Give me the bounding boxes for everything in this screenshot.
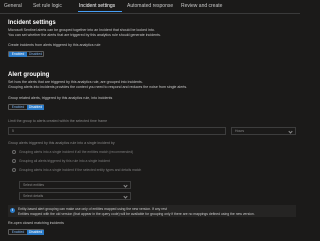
limit-time-frame-label: Limit the group to alerts created within… [8, 119, 108, 123]
radio-selected-entities[interactable] [12, 168, 16, 172]
radio-label-all-alerts: Grouping all alerts triggered by this ru… [19, 159, 110, 163]
incident-settings-heading: Incident settings [8, 20, 56, 26]
create-incidents-disabled[interactable]: Disabled [27, 52, 44, 57]
radio-all-entities[interactable] [12, 150, 16, 154]
chevron-down-icon [123, 183, 128, 188]
tab-general[interactable]: General [4, 3, 22, 9]
tab-review-and-create[interactable]: Review and create [181, 3, 222, 9]
alert-grouping-heading: Alert grouping [8, 72, 50, 78]
group-alerts-toggle: Enabled Disabled [8, 104, 44, 110]
time-frame-input[interactable]: 5 [8, 127, 226, 135]
select-details-dropdown[interactable]: Select details [19, 192, 131, 200]
time-unit-value: Hours [235, 129, 245, 133]
group-related-alerts-label: Group related alerts, triggered by this … [8, 96, 113, 100]
radio-all-alerts[interactable] [12, 159, 16, 163]
tab-set-rule-logic[interactable]: Set rule logic [33, 3, 62, 9]
chevron-down-icon [123, 194, 128, 199]
tab-automated-response[interactable]: Automated response [127, 3, 173, 9]
radio-label-all-entities: Grouping alerts into a single incident i… [19, 150, 134, 154]
chevron-down-icon [288, 129, 293, 134]
incident-settings-description: Microsoft Sentinel alerts can be grouped… [8, 28, 155, 32]
group-by-label: Group alerts triggered by this analytics… [8, 141, 115, 145]
select-entities-dropdown[interactable]: Select entities [19, 181, 131, 189]
reopen-incidents-toggle: Enabled Disabled [8, 229, 44, 235]
select-entities-placeholder: Select entities [23, 183, 45, 187]
reopen-enabled[interactable]: Enabled [9, 230, 27, 235]
info-text-line2: Entities mapped with the old version (th… [18, 211, 255, 216]
alert-grouping-description: Set how the alerts that are triggered by… [8, 80, 143, 84]
group-alerts-enabled[interactable]: Enabled [9, 105, 27, 110]
info-icon: i [10, 207, 15, 213]
reopen-incidents-label: Re-open closed matching incidents [8, 221, 64, 225]
create-incidents-toggle: Enabled Disabled [8, 51, 44, 57]
alert-grouping-description-2: Grouping alerts into incidents provides … [8, 85, 188, 89]
create-incidents-enabled[interactable]: Enabled [9, 52, 27, 57]
info-banner: i Entity-based alert grouping can make u… [8, 205, 296, 217]
radio-label-selected-entities: Grouping alerts into a single incident i… [19, 168, 142, 172]
time-unit-dropdown[interactable]: Hours [231, 127, 296, 135]
incident-settings-description-2: You can set whether the alerts that are … [8, 33, 161, 37]
group-alerts-disabled[interactable]: Disabled [27, 105, 44, 110]
select-details-placeholder: Select details [23, 194, 44, 198]
tab-incident-settings[interactable]: Incident settings [79, 3, 115, 9]
tab-divider [0, 12, 300, 13]
tab-bar: General Set rule logic Incident settings… [0, 0, 300, 13]
create-incidents-label: Create incidents from alerts triggered b… [8, 43, 101, 47]
reopen-disabled[interactable]: Disabled [27, 230, 44, 235]
info-text-line1: Entity-based alert grouping can make use… [18, 206, 167, 211]
